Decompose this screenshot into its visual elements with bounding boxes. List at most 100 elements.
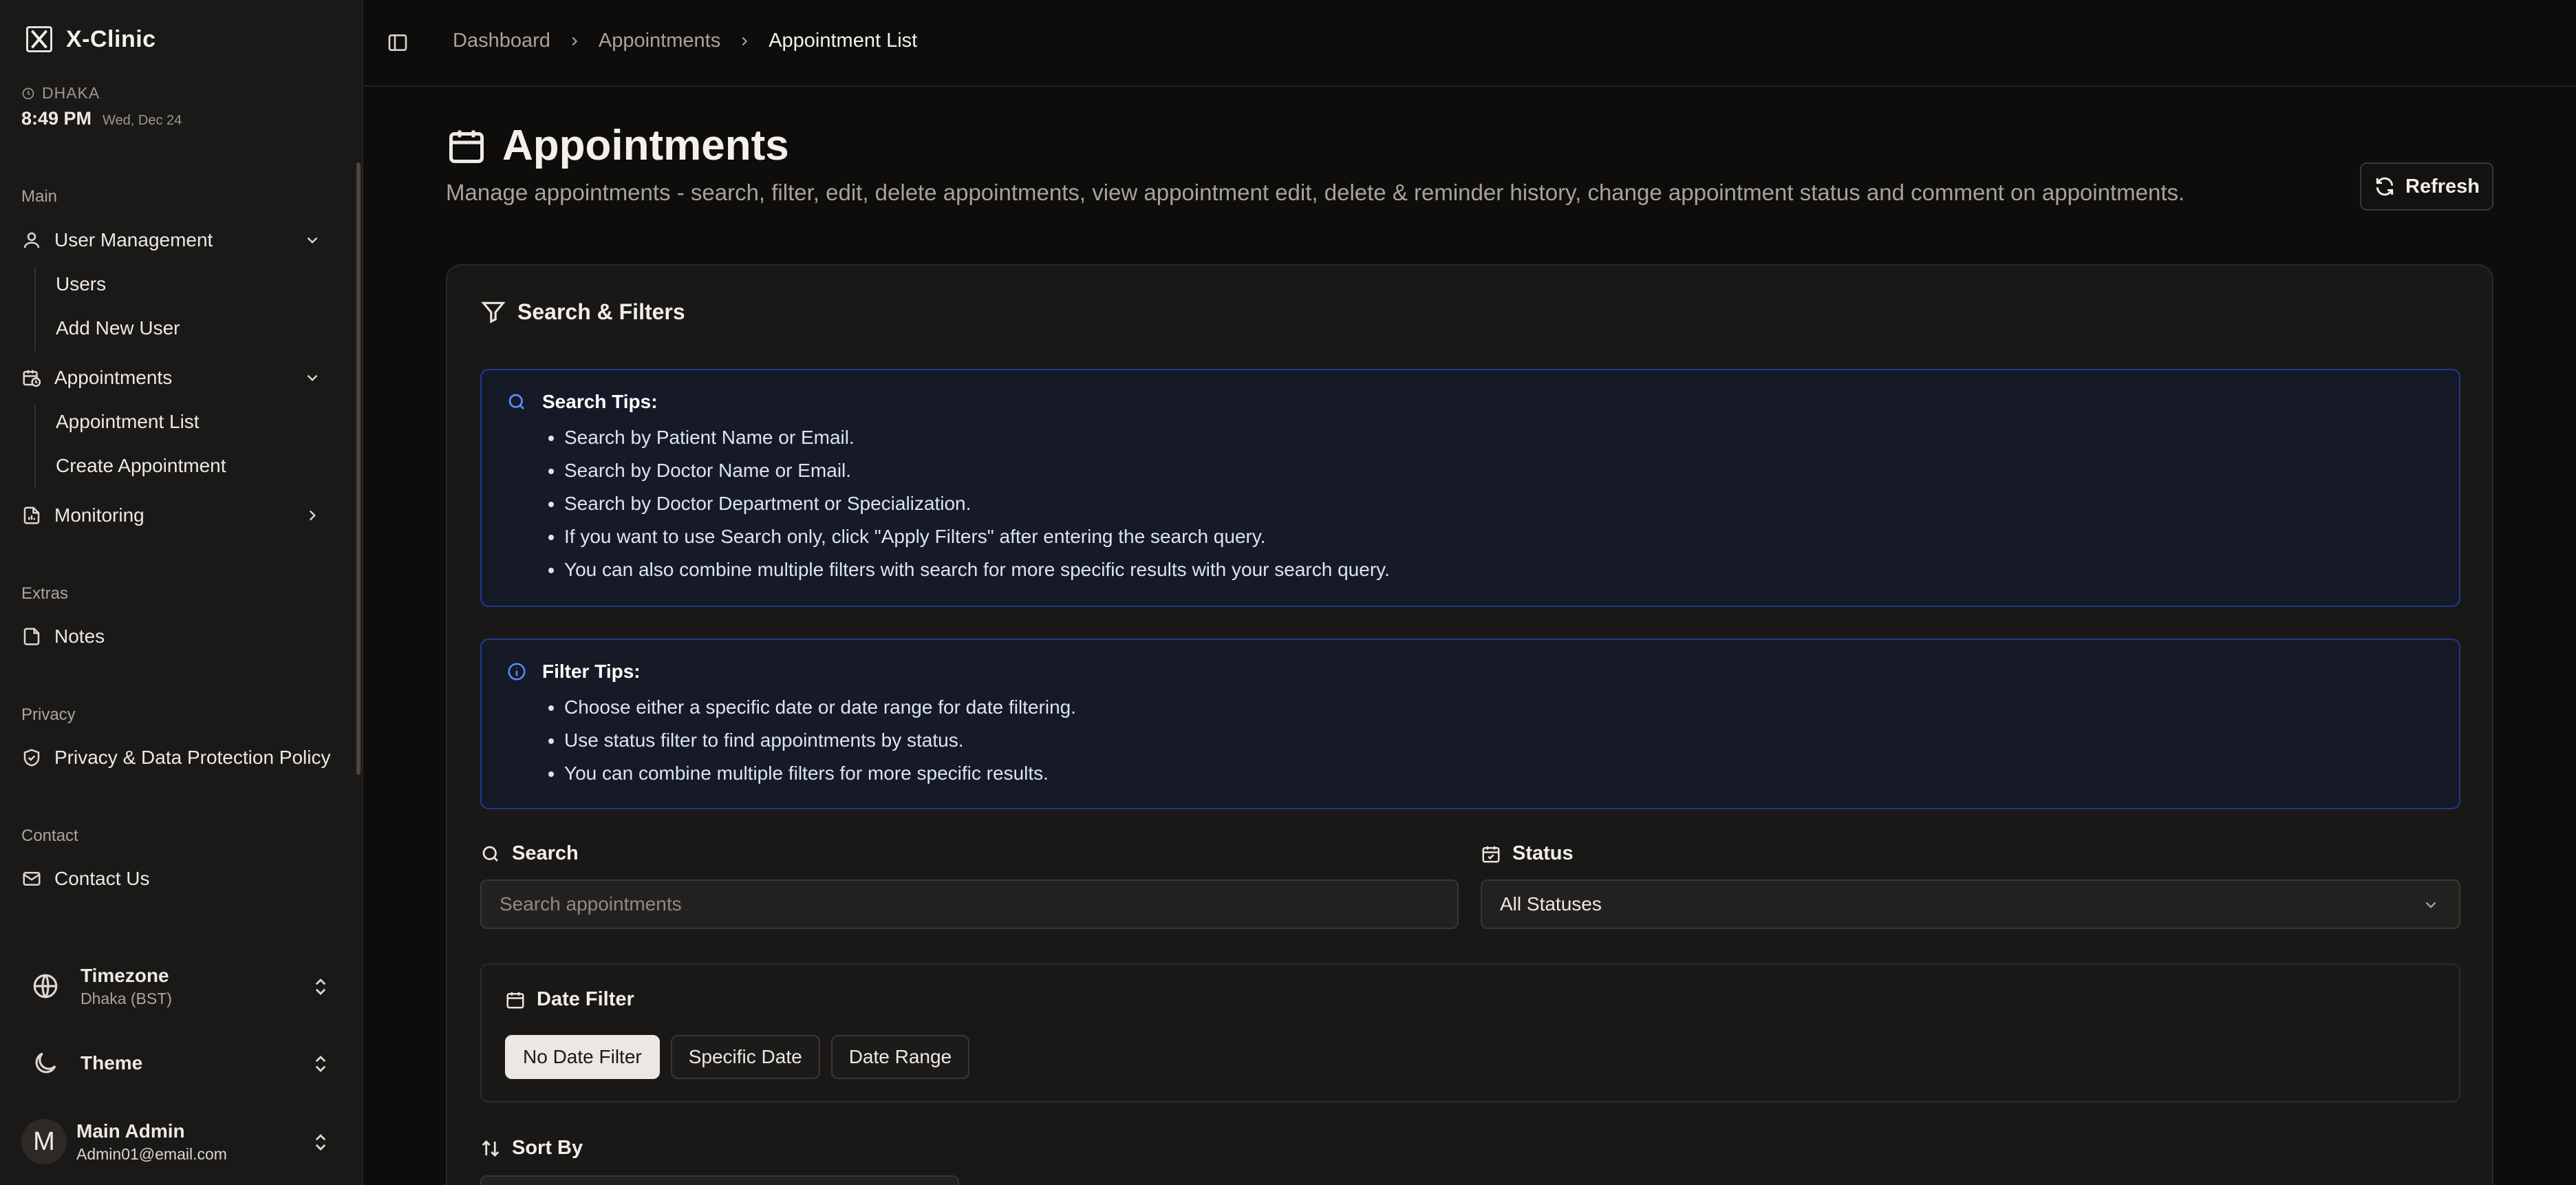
brand-name: X-Clinic — [66, 25, 156, 52]
section-contact: Contact — [21, 826, 78, 845]
submenu-rail — [34, 405, 36, 489]
sort-arrows-icon — [482, 1140, 500, 1157]
sidebar-scrollbar[interactable] — [356, 162, 361, 775]
note-icon — [23, 628, 40, 645]
clock-icon — [22, 87, 34, 99]
sidebar-item-notes[interactable]: Notes — [21, 619, 342, 654]
card-title: Search & Filters — [517, 299, 685, 324]
page-header: Appointments Manage appointments - searc… — [446, 121, 2185, 206]
status-label: Status — [1481, 842, 1574, 865]
user-menu[interactable]: M Main Admin Admin01@email.com — [21, 1112, 345, 1171]
breadcrumb-current: Appointment List — [769, 30, 918, 52]
refresh-icon — [2376, 177, 2394, 196]
chevron-right-icon — [572, 36, 578, 45]
page-description: Manage appointments - search, filter, ed… — [446, 180, 2185, 205]
sidebar-subitem-add-new-user[interactable]: Add New User — [56, 311, 180, 345]
filter-tips-list: Choose either a specific date or date ra… — [564, 691, 1076, 790]
user-email: Admin01@email.com — [76, 1144, 227, 1163]
theme-title: Theme — [80, 1052, 143, 1074]
sidebar-toggle-icon[interactable] — [387, 32, 409, 54]
top-bar: Dashboard Appointments Appointment List — [363, 0, 2576, 87]
sidebar: X-Clinic DHAKA 8:49 PM Wed, Dec 24 Main … — [0, 0, 363, 1185]
chevron-down-icon — [307, 237, 318, 244]
date-range-button[interactable]: Date Range — [830, 1035, 970, 1079]
chevrons-up-down-icon — [315, 1056, 326, 1072]
shield-check-icon — [23, 749, 40, 767]
clock-date: Wed, Dec 24 — [103, 113, 182, 128]
list-item: You can combine multiple filters for mor… — [564, 757, 1076, 790]
specific-date-button[interactable]: Specific Date — [670, 1035, 820, 1079]
calendar-clock-icon — [23, 370, 41, 387]
refresh-button[interactable]: Refresh — [2360, 162, 2493, 211]
user-name: Main Admin — [76, 1120, 185, 1142]
clock-widget: DHAKA 8:49 PM Wed, Dec 24 — [21, 84, 182, 129]
search-label-text: Search — [512, 842, 579, 864]
breadcrumb-dashboard[interactable]: Dashboard — [453, 30, 550, 52]
page-title: Appointments — [502, 122, 789, 169]
chevron-down-icon — [307, 374, 318, 381]
sidebar-subitem-users[interactable]: Users — [56, 267, 106, 301]
avatar: M — [21, 1119, 67, 1164]
no-date-filter-button[interactable]: No Date Filter — [505, 1035, 660, 1079]
sidebar-item-label: Monitoring — [54, 504, 144, 526]
list-item: Search by Doctor Department or Specializ… — [564, 487, 1390, 520]
sidebar-item-monitoring[interactable]: Monitoring — [21, 498, 342, 533]
date-filter-label: Date Filter — [505, 988, 634, 1011]
date-filter-label-text: Date Filter — [537, 988, 634, 1010]
status-label-text: Status — [1512, 842, 1574, 864]
moon-icon — [35, 1052, 56, 1074]
mail-icon — [23, 872, 41, 886]
sidebar-item-user-management[interactable]: User Management — [21, 222, 342, 258]
calendar-icon — [506, 992, 524, 1008]
theme-selector[interactable]: Theme — [21, 1034, 345, 1093]
section-main: Main — [21, 187, 58, 206]
info-icon — [508, 663, 526, 681]
search-label: Search — [480, 842, 579, 865]
breadcrumb-appointments[interactable]: Appointments — [599, 30, 720, 52]
chevrons-up-down-icon — [315, 1134, 326, 1151]
search-tips-box: Search Tips: Search by Patient Name or E… — [480, 369, 2460, 607]
list-item: Search by Doctor Name or Email. — [564, 454, 1390, 487]
calendar-check-icon — [1482, 846, 1500, 862]
sort-label-text: Sort By — [512, 1137, 583, 1159]
chevron-down-icon — [2425, 901, 2436, 908]
list-item: Choose either a specific date or date ra… — [564, 691, 1076, 724]
list-item: If you want to use Search only, click "A… — [564, 520, 1390, 553]
x-logo-icon — [26, 26, 52, 52]
calendar-icon — [449, 130, 484, 163]
chevron-right-icon — [742, 36, 748, 45]
status-select-value: All Statuses — [1500, 893, 1602, 915]
clock-time: 8:49 PM — [21, 108, 92, 129]
chevron-right-icon — [309, 510, 316, 521]
main-content: Dashboard Appointments Appointment List … — [363, 0, 2576, 1185]
search-filters-card: Search & Filters Search Tips: Search by … — [446, 264, 2493, 1185]
filter-tips-box: Filter Tips: Choose either a specific da… — [480, 639, 2460, 809]
sidebar-item-contact-us[interactable]: Contact Us — [21, 861, 342, 897]
search-input[interactable] — [480, 879, 1459, 929]
globe-icon — [33, 974, 58, 999]
timezone-value: Dhaka (BST) — [80, 989, 172, 1007]
sidebar-subitem-appointment-list[interactable]: Appointment List — [56, 405, 200, 439]
timezone-selector[interactable]: Timezone Dhaka (BST) — [21, 957, 345, 1016]
search-icon — [482, 846, 498, 862]
brand[interactable]: X-Clinic — [25, 25, 156, 54]
status-select[interactable]: All Statuses — [1481, 879, 2460, 929]
breadcrumb: Dashboard Appointments Appointment List — [453, 30, 917, 52]
sidebar-item-appointments[interactable]: Appointments — [21, 360, 342, 396]
list-item: You can also combine multiple filters wi… — [564, 553, 1390, 586]
section-privacy: Privacy — [21, 705, 76, 724]
list-item: Use status filter to find appointments b… — [564, 724, 1076, 757]
sidebar-item-label: Privacy & Data Protection Policy — [54, 747, 331, 768]
timezone-title: Timezone — [80, 964, 169, 986]
refresh-label: Refresh — [2405, 175, 2480, 198]
submenu-rail — [34, 267, 36, 351]
filter-tips-title: Filter Tips: — [542, 661, 641, 682]
search-tips-list: Search by Patient Name or Email. Search … — [564, 421, 1390, 586]
sidebar-item-privacy-policy[interactable]: Privacy & Data Protection Policy — [21, 740, 342, 776]
search-icon — [508, 394, 524, 409]
chevrons-up-down-icon — [315, 979, 326, 995]
sidebar-subitem-create-appointment[interactable]: Create Appointment — [56, 449, 226, 483]
sort-select[interactable] — [480, 1175, 959, 1185]
user-icon — [23, 232, 40, 248]
list-item: Search by Patient Name or Email. — [564, 421, 1390, 454]
